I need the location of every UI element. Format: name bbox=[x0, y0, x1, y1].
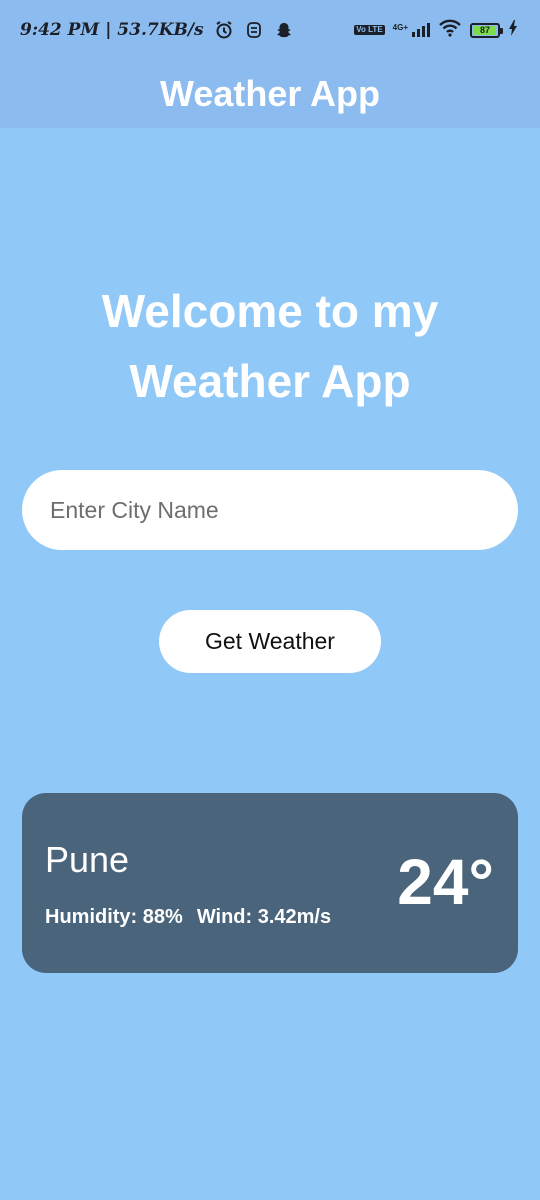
alarm-icon bbox=[214, 20, 234, 40]
wind-value: Wind: 3.42m/s bbox=[196, 906, 332, 928]
weather-city: Pune bbox=[45, 839, 130, 880]
network-type: 4G+ bbox=[392, 23, 408, 32]
city-name-input[interactable] bbox=[22, 470, 518, 550]
signal-icon: 4G+ bbox=[393, 23, 430, 37]
app-title: Weather App bbox=[159, 73, 381, 114]
battery-level: 87 bbox=[479, 25, 490, 35]
welcome-heading: Welcome to my Weather App bbox=[0, 276, 540, 416]
volte-icon: Vo LTE bbox=[354, 25, 385, 35]
app-bar: Weather App bbox=[0, 60, 540, 128]
status-right: Vo LTE 4G+ 87 bbox=[354, 19, 518, 42]
get-weather-button[interactable]: Get Weather bbox=[159, 610, 381, 673]
status-time-speed: 9:42 PM | 53.7KB/s bbox=[20, 20, 204, 40]
humidity-value: Humidity: 88% bbox=[45, 906, 183, 928]
battery-icon: 87 bbox=[470, 22, 503, 38]
wifi-icon bbox=[438, 19, 462, 42]
notification-app-icon bbox=[244, 20, 264, 40]
weather-details: Humidity: 88% Wind: 3.42m/s bbox=[45, 906, 331, 929]
welcome-line-1: Welcome to my bbox=[101, 285, 439, 337]
weather-card: Pune Humidity: 88% Wind: 3.42m/s 24° bbox=[22, 793, 518, 973]
snapchat-icon bbox=[274, 20, 294, 40]
status-left: 9:42 PM | 53.7KB/s bbox=[20, 20, 294, 40]
temperature-value: 24° bbox=[397, 846, 494, 918]
charging-icon bbox=[508, 19, 518, 41]
welcome-line-2: Weather App bbox=[129, 355, 411, 407]
screen: 9:42 PM | 53.7KB/s Vo LTE 4G+ 87 Weather… bbox=[0, 0, 540, 1200]
status-bar: 9:42 PM | 53.7KB/s Vo LTE 4G+ 87 bbox=[0, 0, 540, 60]
